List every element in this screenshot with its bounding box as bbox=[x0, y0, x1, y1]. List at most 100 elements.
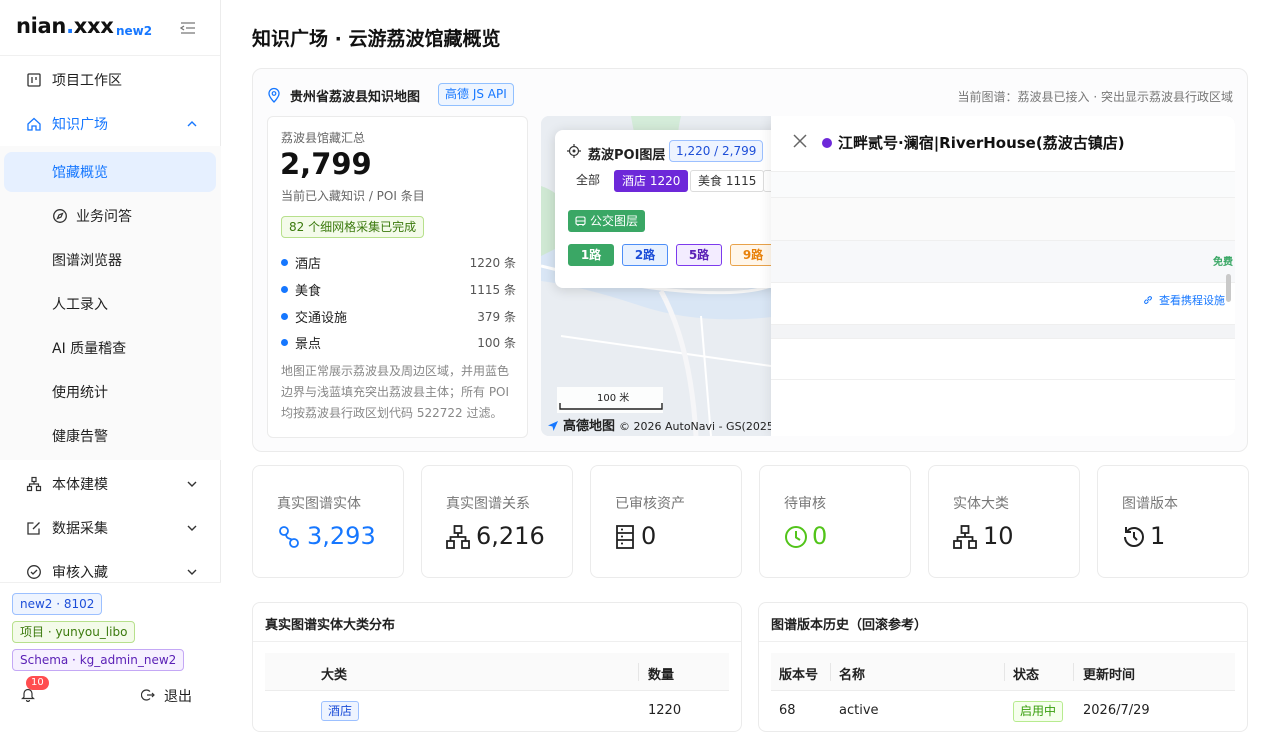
bullet-dot bbox=[281, 259, 288, 266]
filter-hotel-button[interactable]: 酒店 1220 bbox=[614, 170, 689, 192]
stat-label: 实体大类 bbox=[953, 496, 1009, 512]
bullet-dot bbox=[281, 286, 288, 293]
map-scale: 100 米 bbox=[557, 387, 663, 413]
location-pin-icon bbox=[268, 87, 280, 103]
stat-card-entity-categories: 实体大类 10 bbox=[928, 465, 1080, 578]
logout-icon bbox=[141, 689, 155, 701]
category-row: 美食 1115 条 bbox=[281, 280, 516, 299]
sidebar-item-data-collection[interactable]: 数据采集 bbox=[4, 508, 216, 548]
sidebar-item-usage-stats[interactable]: 使用统计 bbox=[4, 372, 216, 412]
detail-row bbox=[771, 197, 1235, 240]
close-icon[interactable] bbox=[793, 134, 807, 148]
sidebar-item-label: 图谱浏览器 bbox=[52, 253, 122, 269]
sidebar-item-label: 使用统计 bbox=[52, 385, 108, 401]
sidebar-item-graph-browser[interactable]: 图谱浏览器 bbox=[4, 240, 216, 280]
sidebar-item-health-alerts[interactable]: 健康告警 bbox=[4, 416, 216, 456]
check-circle-icon bbox=[27, 565, 41, 579]
stat-label: 真实图谱实体 bbox=[277, 496, 361, 512]
env-tag: new2 bbox=[116, 24, 153, 38]
detail-row bbox=[771, 171, 1235, 197]
clock-icon bbox=[785, 526, 807, 548]
sidebar-item-label: 审核入藏 bbox=[52, 565, 108, 581]
summary-note: 地图正常展示荔波县及周边区域，并用蓝色边界与浅蓝填充突出荔波县主体；所有 POI… bbox=[281, 364, 510, 420]
status-badge: 启用中 bbox=[1013, 701, 1064, 722]
stat-card-pending-review: 待审核 0 bbox=[759, 465, 911, 578]
stat-label: 已审核资产 bbox=[615, 496, 685, 512]
sidebar: nian.xxx new2 项目工作区 知识广场 馆藏概览 业务问答 图谱浏览器… bbox=[0, 0, 221, 720]
home-icon bbox=[27, 117, 41, 131]
history-icon bbox=[1124, 526, 1144, 547]
column-separator bbox=[1004, 663, 1005, 681]
graph-nodes-icon bbox=[279, 526, 299, 548]
ctrip-facilities-link[interactable]: 查看携程设施 bbox=[1143, 292, 1225, 308]
filter-all-button[interactable]: 全部 bbox=[569, 170, 608, 192]
knowledge-map-card: 贵州省荔波县知识地图 高德 JS API 当前图谱：荔波县已接入 · 突出显示荔… bbox=[252, 68, 1248, 452]
detail-scrollbar[interactable] bbox=[1226, 274, 1231, 302]
stat-value: 10 bbox=[983, 522, 1014, 550]
summary-subtitle: 当前已入藏知识 / POI 条目 bbox=[281, 189, 425, 203]
map-status-text: 当前图谱：荔波县已接入 · 突出显示荔波县行政区域 bbox=[957, 90, 1233, 104]
logo-dot: . bbox=[66, 14, 74, 38]
poi-layer-panel: 荔波POI图层 1,220 / 2,799 全部 酒店 1220 美食 1115… bbox=[555, 130, 790, 288]
stat-label: 真实图谱关系 bbox=[446, 496, 530, 512]
detail-row bbox=[771, 338, 1235, 379]
ctrip-link-label: 查看携程设施 bbox=[1159, 294, 1225, 307]
category-row: 交通设施 379 条 bbox=[281, 307, 516, 326]
stat-label: 待审核 bbox=[784, 496, 826, 512]
filter-food-button[interactable]: 美食 1115 bbox=[690, 170, 765, 192]
brand-header: nian.xxx new2 bbox=[0, 0, 220, 56]
env-badge: new2 · 8102 bbox=[12, 593, 103, 615]
route-1-button[interactable]: 1路 bbox=[568, 244, 614, 266]
detail-row bbox=[771, 240, 1235, 282]
column-header[interactable]: 版本号 bbox=[779, 664, 818, 683]
column-separator bbox=[1073, 663, 1074, 681]
sitemap-icon bbox=[26, 476, 42, 492]
sidebar-item-ontology-modeling[interactable]: 本体建模 bbox=[4, 464, 216, 504]
stat-value: 0 bbox=[812, 522, 828, 550]
column-header[interactable]: 更新时间 bbox=[1083, 664, 1135, 683]
poi-detail-title: 江畔贰号·澜宿|RiverHouse(荔波古镇店) bbox=[838, 134, 1125, 152]
poi-color-dot bbox=[822, 138, 832, 148]
stat-card-graph-entities: 真实图谱实体 3,293 bbox=[252, 465, 404, 578]
sidebar-item-project-workspace[interactable]: 项目工作区 bbox=[4, 60, 216, 100]
amap-logo-text: 高德地图 bbox=[563, 419, 616, 434]
hierarchy-icon bbox=[446, 525, 470, 549]
route-2-button[interactable]: 2路 bbox=[622, 244, 668, 266]
sidebar-item-label: 数据采集 bbox=[52, 521, 108, 537]
route-5-button[interactable]: 5路 bbox=[676, 244, 722, 266]
column-header[interactable]: 名称 bbox=[839, 664, 865, 683]
stat-value: 0 bbox=[641, 522, 657, 550]
route-9-button[interactable]: 9路 bbox=[730, 244, 776, 266]
stat-value: 3,293 bbox=[307, 522, 376, 550]
page-title: 知识广场 · 云游荔波馆藏概览 bbox=[252, 28, 501, 50]
app-logo[interactable]: nian.xxx bbox=[16, 14, 114, 38]
chevron-up-icon bbox=[187, 121, 197, 127]
bus-layer-toggle[interactable]: 公交图层 bbox=[568, 210, 646, 232]
column-separator bbox=[638, 663, 639, 681]
sidebar-item-manual-entry[interactable]: 人工录入 bbox=[4, 284, 216, 324]
logo-part: xxx bbox=[73, 14, 114, 38]
category-count-cell: 1220 bbox=[648, 703, 682, 718]
category-name: 美食 bbox=[295, 284, 322, 299]
column-header[interactable]: 状态 bbox=[1013, 664, 1039, 683]
sidebar-item-business-qa[interactable]: 业务问答 bbox=[4, 196, 216, 236]
menu-fold-icon[interactable] bbox=[180, 20, 196, 36]
column-header[interactable]: 大类 bbox=[321, 664, 347, 683]
column-header[interactable]: 数量 bbox=[648, 664, 674, 683]
sidebar-item-label: 知识广场 bbox=[52, 117, 108, 133]
map-canvas[interactable]: 荔波POI图层 1,220 / 2,799 全部 酒店 1220 美食 1115… bbox=[541, 116, 1235, 436]
stat-value: 6,216 bbox=[476, 522, 545, 550]
panel-title: 真实图谱实体大类分布 bbox=[265, 618, 396, 633]
sidebar-item-label: 馆藏概览 bbox=[52, 165, 108, 181]
compass-icon bbox=[53, 209, 67, 223]
sidebar-item-knowledge-square[interactable]: 知识广场 bbox=[4, 104, 216, 144]
sidebar-item-label: 业务问答 bbox=[76, 209, 132, 225]
bullet-dot bbox=[281, 339, 288, 346]
category-count: 379 条 bbox=[477, 310, 516, 324]
crosshair-icon bbox=[567, 144, 581, 158]
sidebar-item-collection-overview[interactable]: 馆藏概览 bbox=[4, 152, 216, 192]
poi-count-tag: 1,220 / 2,799 bbox=[669, 140, 764, 162]
stat-value: 1 bbox=[1150, 522, 1166, 550]
sidebar-item-ai-quality-audit[interactable]: AI 质量稽查 bbox=[4, 328, 216, 368]
version-history-panel: 图谱版本历史（回滚参考） 版本号 名称 状态 更新时间 68 active 启用… bbox=[758, 602, 1248, 732]
